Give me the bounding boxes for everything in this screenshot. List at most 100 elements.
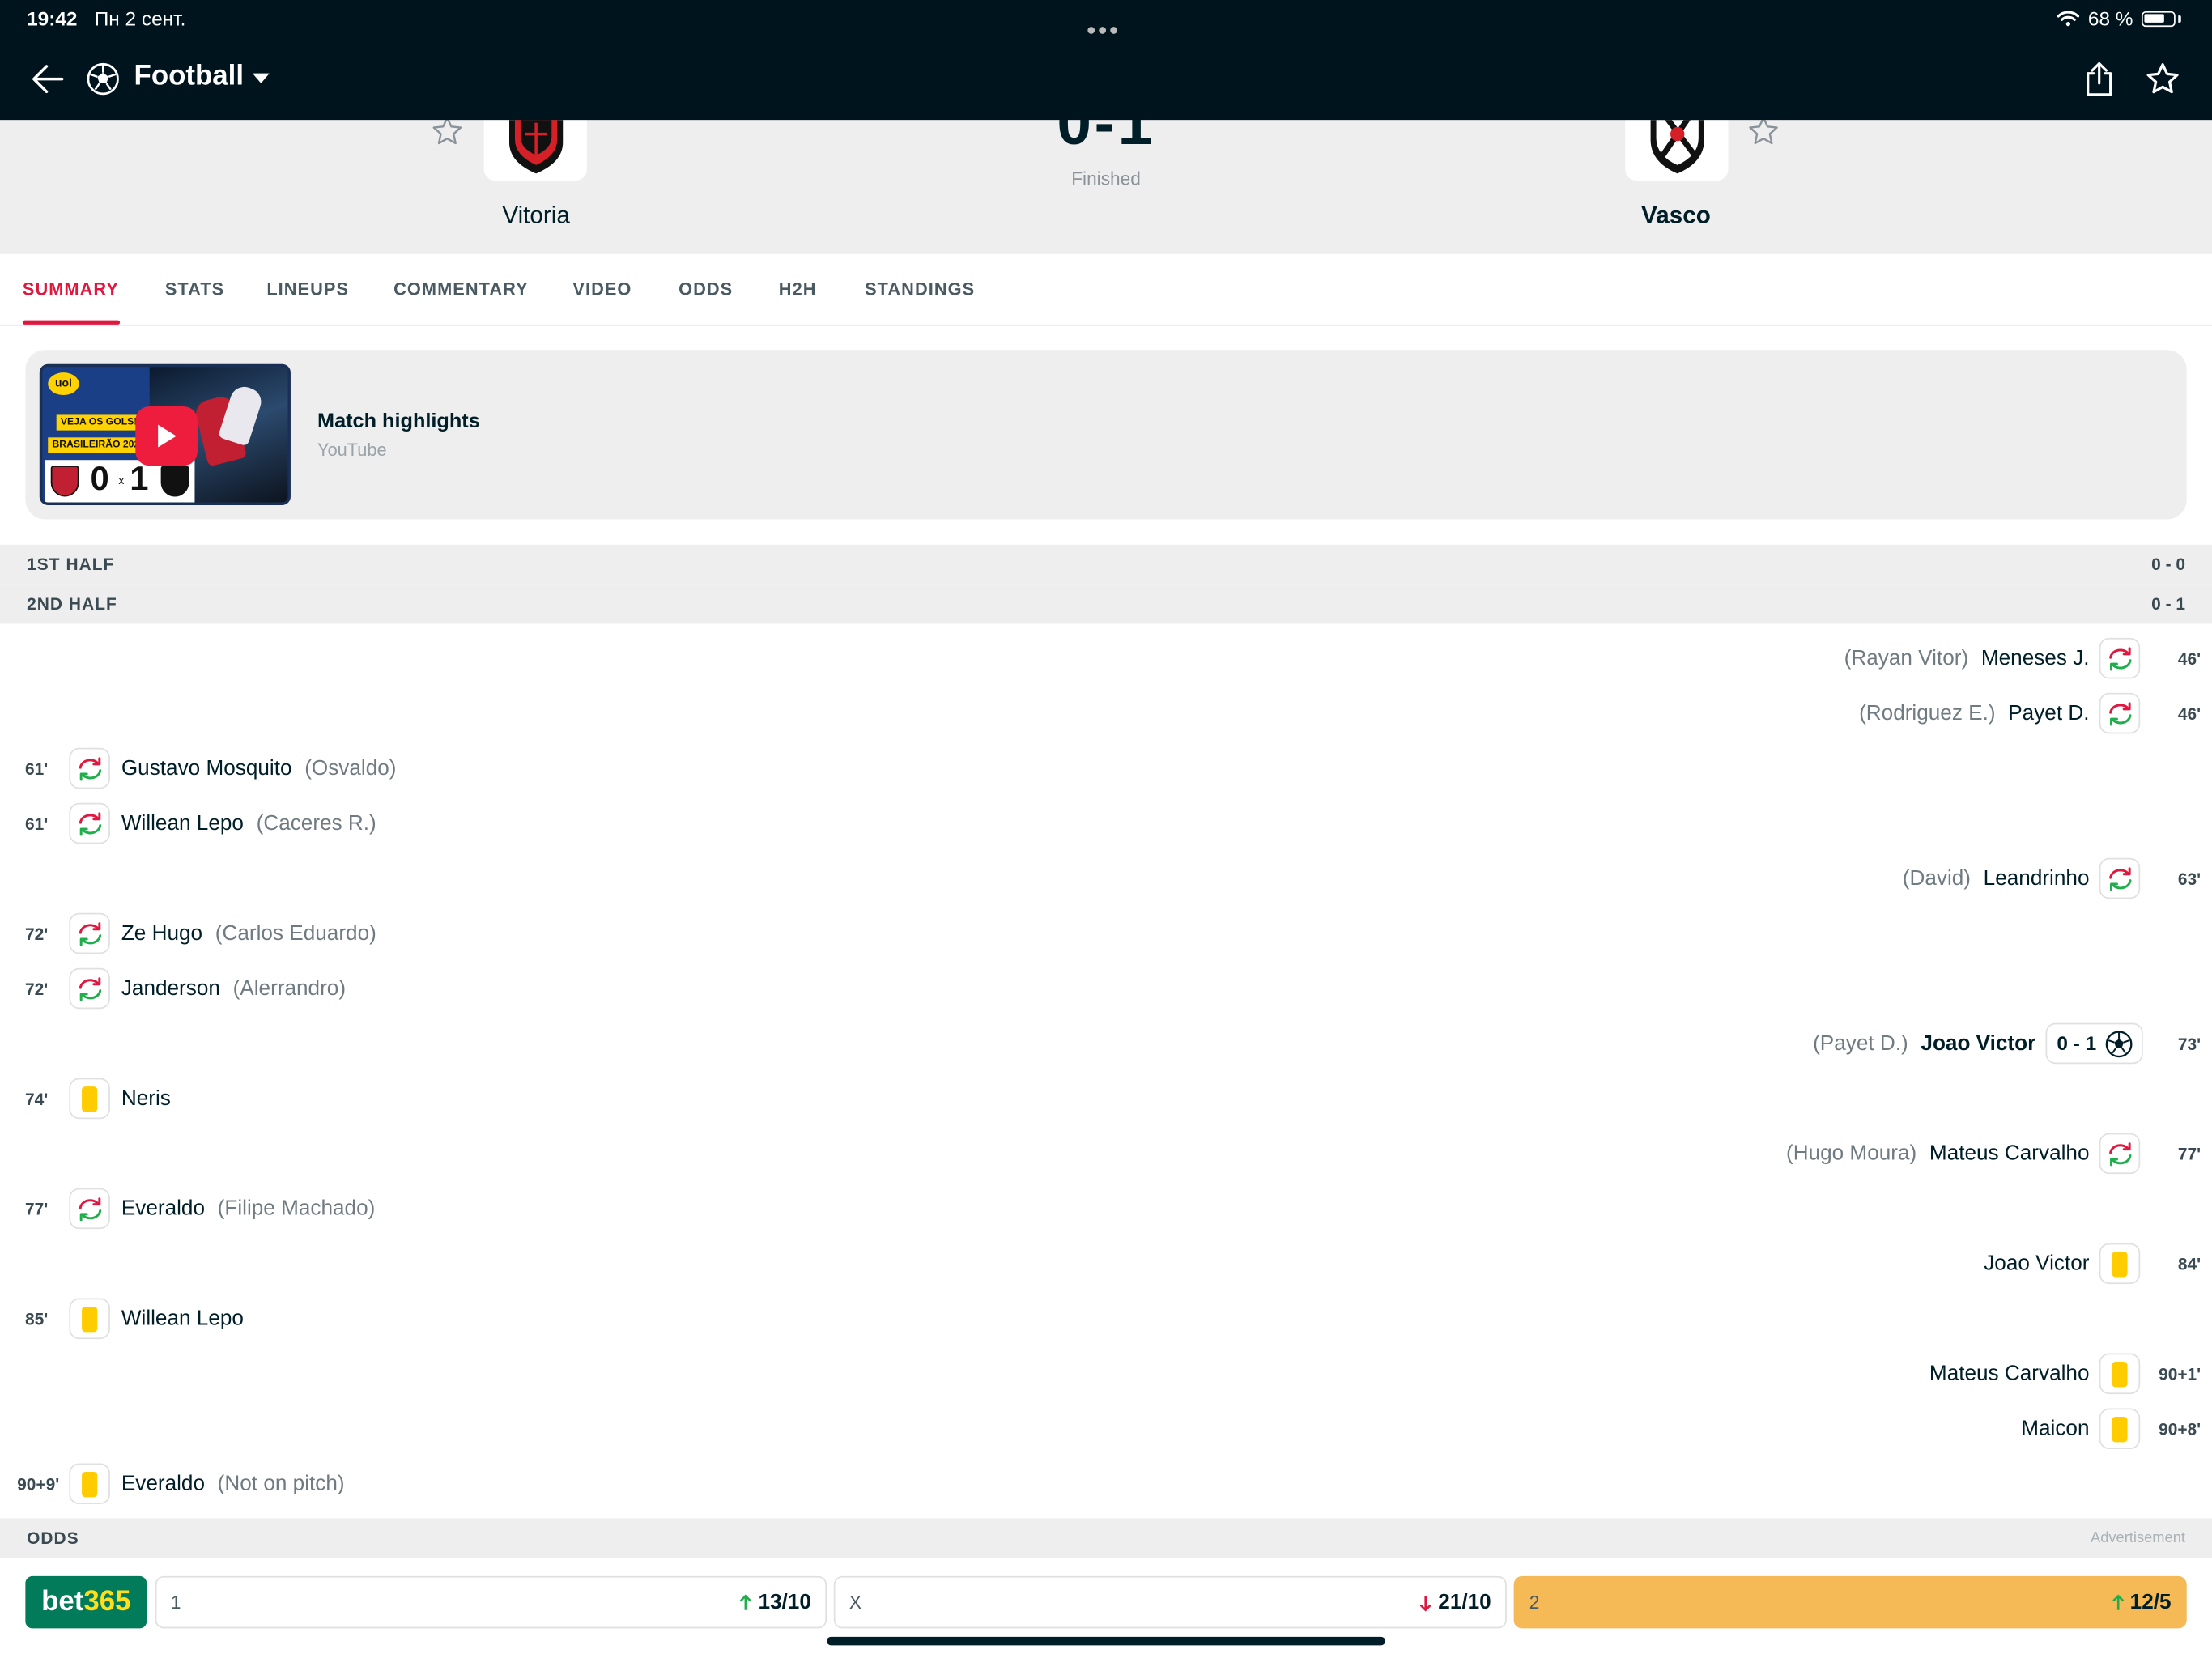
incident-row[interactable]: 77' Everaldo (Filipe Machado) [0, 1185, 2212, 1233]
share-icon[interactable] [2082, 61, 2116, 97]
away-team-logo[interactable] [1625, 120, 1729, 181]
incident-text: Neris [121, 1086, 171, 1111]
play-button-icon[interactable] [135, 406, 198, 466]
incident-minute: 90+9' [17, 1474, 60, 1494]
incident-text: Everaldo (Not on pitch) [121, 1472, 345, 1496]
incident-minute: 72' [25, 979, 49, 1000]
vasco-crest-icon [160, 466, 189, 497]
odds-away[interactable]: 2 12/5 [1513, 1575, 2187, 1629]
advertisement-label: Advertisement [2091, 1529, 2185, 1547]
tab-h2h[interactable]: H2H [779, 279, 817, 299]
incident-row[interactable]: 74' Neris [0, 1075, 2212, 1123]
substitution-icon [69, 802, 110, 844]
incident-minute: 77' [2177, 1144, 2201, 1164]
player-name[interactable]: Maicon [2021, 1417, 2089, 1441]
bookmaker-logo[interactable]: bet 365 [25, 1575, 147, 1629]
incident-row[interactable]: 90+1' Mateus Carvalho [0, 1350, 2212, 1398]
home-indicator[interactable] [827, 1636, 1386, 1646]
tab-odds[interactable]: ODDS [678, 279, 733, 299]
incident-row[interactable]: 72' Janderson (Alerrandro) [0, 965, 2212, 1013]
incident-text: Mateus Carvalho [1929, 1362, 2090, 1386]
bookmaker-name-part1: bet [41, 1586, 84, 1618]
incident-row[interactable]: 72' Ze Hugo (Carlos Eduardo) [0, 910, 2212, 958]
player-name[interactable]: Neris [121, 1086, 171, 1111]
player-name[interactable]: Willean Lepo [121, 1307, 244, 1331]
player-name[interactable]: Mateus Carvalho [1929, 1141, 2090, 1166]
substitution-icon [2099, 692, 2141, 734]
incident-minute: 85' [25, 1309, 49, 1329]
incident-row[interactable]: 73' 0 - 1 (Payet D.) Joao Victor [0, 1020, 2212, 1068]
sport-title[interactable]: Football [134, 61, 244, 93]
player-name[interactable]: Ze Hugo [121, 921, 202, 946]
incident-row[interactable]: 90+9' Everaldo (Not on pitch) [0, 1460, 2212, 1508]
player-name[interactable]: Everaldo [121, 1197, 205, 1221]
match-status: Finished [1071, 168, 1141, 189]
video-thumbnail[interactable]: uol VEJA OS GOLS! BRASILEIRÃO 202 0 x 1 [39, 363, 291, 505]
odds-home[interactable]: 1 13/10 [155, 1575, 827, 1629]
active-tab-indicator [22, 320, 121, 325]
back-arrow-icon[interactable] [31, 63, 65, 94]
incident-text: Maicon [2021, 1417, 2089, 1441]
status-time: 19:42 [27, 6, 78, 30]
incident-row[interactable]: 61' Willean Lepo (Caceres R.) [0, 800, 2212, 848]
incident-row[interactable]: 61' Gustavo Mosquito (Osvaldo) [0, 745, 2212, 793]
incident-row[interactable]: 85' Willean Lepo [0, 1295, 2212, 1343]
incident-minute: 61' [25, 814, 49, 835]
secondary-player: (Not on pitch) [217, 1471, 345, 1496]
arrow-down-icon [1420, 1595, 1432, 1611]
highlights-card[interactable]: uol VEJA OS GOLS! BRASILEIRÃO 202 0 x 1 … [25, 350, 2187, 520]
odds-label: ODDS [27, 1528, 79, 1549]
tab-commentary[interactable]: COMMENTARY [393, 279, 529, 299]
player-name[interactable]: Everaldo [121, 1472, 205, 1496]
incident-row[interactable]: 63' (David) Leandrinho [0, 855, 2212, 903]
incident-row[interactable]: 77' (Hugo Moura) Mateus Carvalho [0, 1130, 2212, 1178]
arrow-up-icon [2112, 1593, 2124, 1609]
highlights-source: YouTube [317, 440, 387, 461]
incident-row[interactable]: 84' Joao Victor [0, 1240, 2212, 1288]
player-name[interactable]: Meneses J. [1981, 646, 2090, 670]
tab-video[interactable]: VIDEO [572, 279, 632, 299]
period-header-1st-half: 1ST HALF 0 - 0 [0, 544, 2212, 585]
substitution-icon [69, 1188, 110, 1230]
tab-summary[interactable]: SUMMARY [23, 279, 119, 299]
odds-draw[interactable]: X 21/10 [833, 1575, 1507, 1629]
incident-row[interactable]: 90+8' Maicon [0, 1405, 2212, 1453]
yellow-card-icon [69, 1298, 110, 1340]
status-date: Пн 2 сент. [94, 6, 186, 30]
football-icon[interactable] [86, 62, 120, 96]
multitask-dots-icon[interactable] [1087, 15, 1121, 40]
yellow-card-icon [2099, 1408, 2141, 1450]
secondary-player: (Rayan Vitor) [1844, 646, 1969, 670]
player-name[interactable]: Mateus Carvalho [1929, 1362, 2090, 1386]
player-name[interactable]: Willean Lepo [121, 811, 244, 835]
odds-header: ODDS Advertisement [0, 1518, 2212, 1558]
tab-stats[interactable]: STATS [165, 279, 224, 299]
incident-row[interactable]: 46' (Rodriguez E.) Payet D. [0, 690, 2212, 738]
chevron-down-icon[interactable] [251, 72, 270, 85]
app-screen: Vitoria 0-1 Finished Vasco 19:42 Пн 2 се… [0, 0, 2212, 1658]
incident-text: Willean Lepo (Caceres R.) [121, 811, 376, 835]
tab-bar: SUMMARY STATS LINEUPS COMMENTARY VIDEO O… [0, 254, 2212, 326]
incident-text: (Rodriguez E.) Payet D. [1859, 701, 2089, 725]
substitution-icon [2099, 857, 2141, 899]
player-name[interactable]: Gustavo Mosquito [121, 756, 292, 780]
tab-standings[interactable]: STANDINGS [865, 279, 975, 299]
tab-lineups[interactable]: LINEUPS [266, 279, 349, 299]
highlights-title[interactable]: Match highlights [317, 410, 480, 433]
player-name[interactable]: Joao Victor [1921, 1031, 2035, 1056]
player-name[interactable]: Payet D. [2008, 701, 2089, 725]
away-team-name[interactable]: Vasco [1535, 202, 1817, 230]
incident-row[interactable]: 46' (Rayan Vitor) Meneses J. [0, 635, 2212, 682]
player-name[interactable]: Joao Victor [1984, 1252, 2089, 1276]
goal-score-box: 0 - 1 [2045, 1022, 2143, 1065]
yellow-card-icon [69, 1078, 110, 1120]
yellow-card-icon [69, 1463, 110, 1505]
odds-home-label: 1 [170, 1592, 181, 1613]
substitution-icon [69, 912, 110, 954]
home-team-logo[interactable] [483, 120, 587, 181]
star-icon[interactable] [2144, 61, 2180, 97]
vitoria-crest-icon [50, 466, 79, 497]
player-name[interactable]: Janderson [121, 976, 220, 1001]
player-name[interactable]: Leandrinho [1984, 866, 2090, 891]
home-team-name[interactable]: Vitoria [395, 202, 677, 230]
